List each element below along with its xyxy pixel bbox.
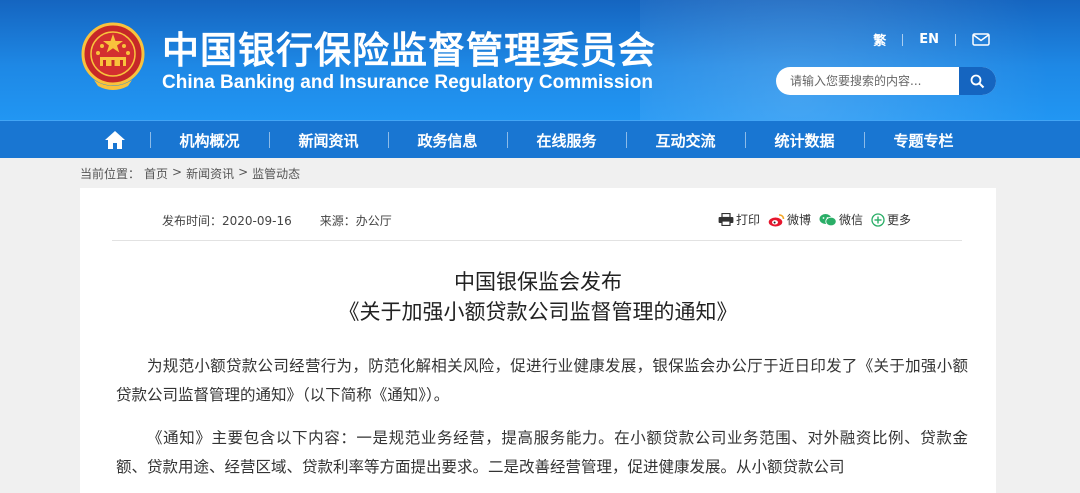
article-panel: 发布时间：2020-09-16 来源：办公厅 打印 微博 微信 更多 中国银保监… — [80, 188, 996, 493]
nav-item-statistics[interactable]: 统计数据 — [745, 121, 864, 159]
site-title-en: China Banking and Insurance Regulatory C… — [162, 72, 653, 93]
search-box — [776, 67, 996, 95]
site-title-cn: 中国银行保险监督管理委员会 — [162, 29, 656, 72]
breadcrumb-current[interactable]: 监管动态 — [252, 165, 300, 182]
article-meta: 发布时间：2020-09-16 来源：办公厅 — [162, 212, 392, 229]
breadcrumb-home[interactable]: 首页 — [144, 165, 168, 182]
header-tools: 繁 EN — [873, 30, 990, 49]
lang-traditional-link[interactable]: 繁 — [873, 30, 886, 49]
print-label: 打印 — [736, 213, 761, 227]
plus-circle-icon — [871, 212, 885, 227]
share-bar: 打印 微博 微信 更多 — [718, 211, 919, 228]
article-title-line1: 中国银保监会发布 — [454, 270, 622, 294]
nav-home[interactable] — [80, 121, 150, 159]
wechat-label: 微信 — [839, 213, 864, 227]
wechat-icon — [819, 213, 837, 226]
nav-item-news[interactable]: 新闻资讯 — [269, 121, 388, 159]
article-paragraph: 为规范小额贷款公司经营行为，防范化解相关风险，促进行业健康发展，银保监会办公厅于… — [116, 357, 968, 404]
tools-separator — [902, 33, 904, 46]
printer-icon — [718, 213, 734, 226]
nav-item-interaction[interactable]: 互动交流 — [626, 121, 745, 159]
meta-divider — [112, 240, 962, 241]
nav-item-special-topics[interactable]: 专题专栏 — [864, 121, 983, 159]
article-source: 来源：办公厅 — [319, 214, 392, 228]
breadcrumb: 当前位置： 首页 > 新闻资讯 > 监管动态 — [80, 165, 304, 182]
mail-icon[interactable] — [972, 33, 990, 46]
breadcrumb-separator: > — [172, 165, 183, 179]
share-wechat-button[interactable]: 微信 — [819, 211, 863, 228]
weibo-label: 微博 — [787, 213, 812, 227]
article-title-line2: 《关于加强小额贷款公司监督管理的通知》 — [338, 300, 738, 324]
share-more-button[interactable]: 更多 — [871, 211, 911, 228]
article-paragraph: 《通知》主要包含以下内容：一是规范业务经营，提高服务能力。在小额贷款公司业务范围… — [116, 429, 968, 476]
breadcrumb-separator: > — [238, 165, 249, 179]
search-icon — [970, 74, 985, 88]
national-emblem-icon[interactable] — [80, 22, 146, 94]
share-weibo-button[interactable]: 微博 — [768, 211, 811, 228]
search-button[interactable] — [959, 67, 996, 95]
tools-separator — [955, 33, 956, 46]
breadcrumb-news[interactable]: 新闻资讯 — [186, 165, 234, 182]
weibo-icon — [768, 213, 785, 226]
more-label: 更多 — [887, 213, 912, 227]
publish-time: 发布时间：2020-09-16 — [162, 214, 292, 228]
lang-en-link[interactable]: EN — [919, 32, 939, 47]
site-header: 中国银行保险监督管理委员会 China Banking and Insuranc… — [0, 0, 1080, 120]
breadcrumb-label: 当前位置： — [80, 167, 141, 181]
print-button[interactable]: 打印 — [718, 211, 760, 228]
nav-item-institution[interactable]: 机构概况 — [150, 121, 269, 159]
main-nav: 机构概况 新闻资讯 政务信息 在线服务 互动交流 统计数据 专题专栏 — [0, 120, 1080, 158]
search-input[interactable] — [776, 67, 958, 95]
nav-item-online-service[interactable]: 在线服务 — [507, 121, 626, 159]
home-icon — [105, 131, 125, 149]
nav-item-government-info[interactable]: 政务信息 — [388, 121, 507, 159]
